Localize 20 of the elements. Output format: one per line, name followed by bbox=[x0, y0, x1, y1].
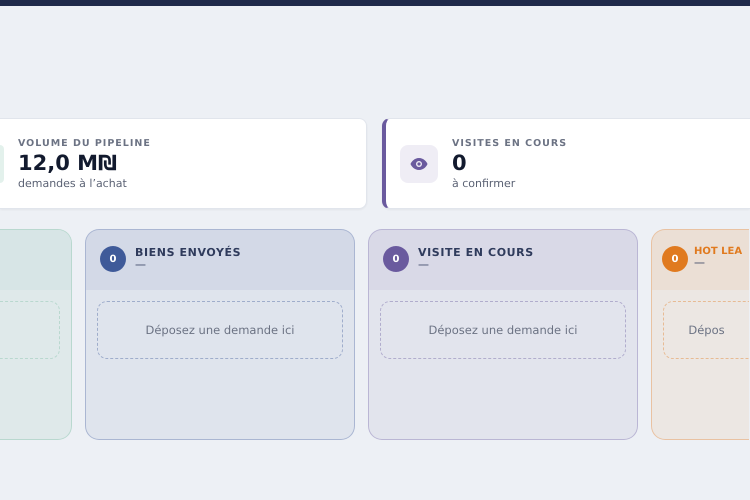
column-title: VISITE EN COURS bbox=[418, 246, 534, 259]
stat-label: VISITES EN COURS bbox=[452, 138, 568, 148]
stat-value: 0 bbox=[452, 150, 467, 174]
stat-value: 12,0 M₪ bbox=[18, 150, 118, 174]
column-subtitle: — bbox=[694, 257, 705, 268]
stat-caption: à confirmer bbox=[452, 176, 516, 190]
count-badge: 0 bbox=[383, 246, 409, 272]
count-badge: 0 bbox=[100, 246, 126, 272]
drop-zone[interactable]: Dépos bbox=[663, 301, 749, 359]
drop-zone[interactable]: Déposez une demande ici bbox=[380, 301, 626, 359]
eye-icon bbox=[400, 144, 438, 182]
column-subtitle: — bbox=[418, 259, 429, 270]
column-title: BIENS ENVOYÉS bbox=[135, 246, 242, 259]
column-subtitle: — bbox=[135, 259, 146, 270]
stat-label: VOLUME DU PIPELINE bbox=[18, 138, 151, 148]
count-badge: 0 bbox=[662, 246, 688, 272]
drop-zone[interactable] bbox=[0, 301, 60, 359]
column-title: HOT LEA bbox=[694, 246, 742, 257]
stat-caption: demandes à l’achat bbox=[18, 176, 127, 190]
drop-zone[interactable]: Déposez une demande ici bbox=[97, 301, 343, 359]
